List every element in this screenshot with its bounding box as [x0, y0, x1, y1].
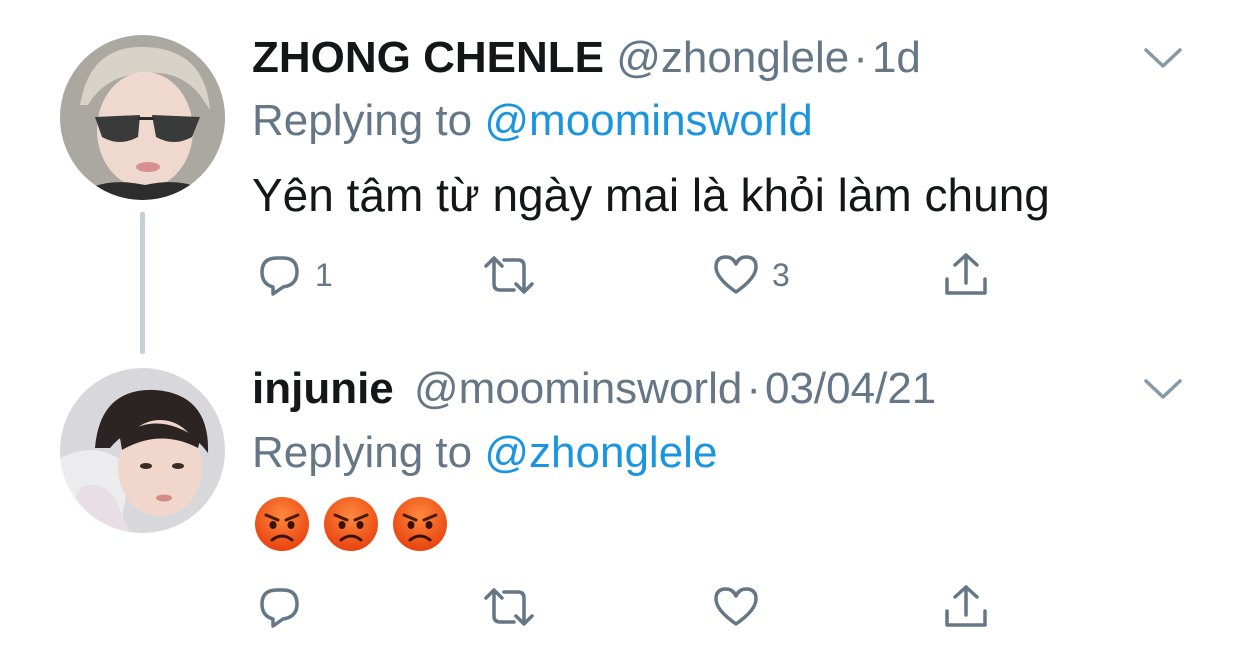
avatar[interactable] [60, 368, 225, 533]
replying-to-label: Replying to [252, 428, 473, 477]
tweet-text: Yên tâm từ ngày mai là khỏi làm chung [252, 169, 1050, 221]
avatar-photo-icon [60, 35, 225, 200]
separator-dot: · [746, 364, 761, 413]
replying-to-mention[interactable]: @moominsworld [484, 96, 812, 145]
reply-icon [260, 256, 299, 296]
avatar-photo-icon [60, 368, 225, 533]
replying-to-mention[interactable]: @zhonglele [484, 428, 717, 477]
username-handle[interactable]: @moominsworld [414, 364, 742, 413]
share-icon [945, 253, 987, 295]
tweet-emojis [254, 496, 448, 552]
reply-button[interactable] [257, 582, 315, 632]
display-name[interactable]: ZHONG CHENLE [252, 33, 604, 82]
username-handle[interactable]: @zhonglele [616, 33, 849, 82]
chevron-down-icon[interactable] [1142, 45, 1184, 71]
display-name[interactable]: injunie [252, 364, 394, 413]
replying-to-line: Replying to @zhonglele [252, 428, 717, 478]
tweet-header: ZHONG CHENLE @zhonglele·1d [252, 33, 921, 83]
tweet-header: injunie @moominsworld·03/04/21 [252, 364, 936, 414]
retweet-button[interactable] [482, 250, 536, 300]
reply-button[interactable]: 1 [257, 250, 333, 300]
angry-face-emoji [324, 497, 378, 551]
share-icon [945, 585, 987, 627]
like-button[interactable]: 3 [712, 250, 790, 300]
share-button[interactable] [942, 250, 990, 300]
chevron-down-icon[interactable] [1142, 376, 1184, 402]
retweet-icon [484, 588, 534, 626]
tweet-actions [0, 582, 1242, 632]
reply-icon [260, 588, 299, 628]
timestamp[interactable]: 1d [872, 33, 921, 82]
retweet-icon [484, 256, 534, 294]
avatar[interactable] [60, 35, 225, 200]
angry-face-emoji [393, 497, 447, 551]
like-button[interactable] [712, 582, 760, 632]
heart-icon [714, 255, 758, 294]
like-count: 3 [772, 257, 790, 293]
angry-face-emoji [255, 497, 309, 551]
reply-count: 1 [315, 257, 333, 293]
timestamp[interactable]: 03/04/21 [765, 364, 936, 413]
retweet-button[interactable] [482, 582, 536, 632]
replying-to-line: Replying to @moominsworld [252, 96, 813, 146]
separator-dot: · [853, 33, 868, 82]
tweet-actions: 1 3 [0, 250, 1242, 300]
share-button[interactable] [942, 582, 990, 632]
replying-to-label: Replying to [252, 96, 473, 145]
heart-icon [714, 587, 758, 626]
